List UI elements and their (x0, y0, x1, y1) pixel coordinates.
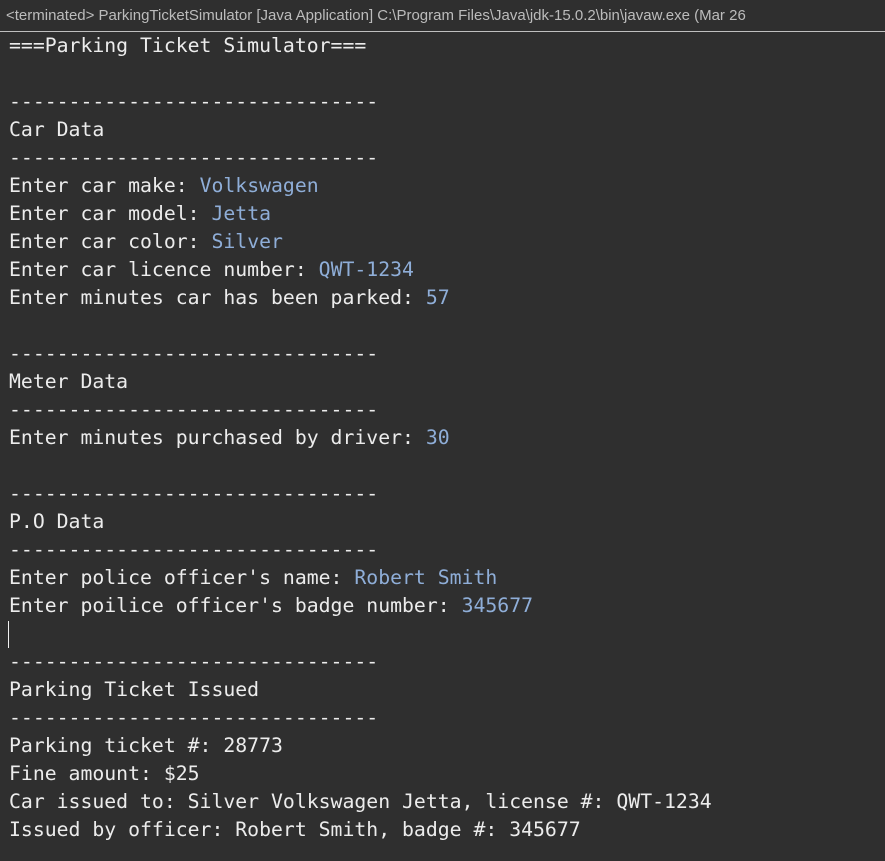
officer-badge-prompt: Enter poilice officer's badge number: (9, 594, 462, 617)
car-licence-prompt: Enter car licence number: (9, 258, 319, 281)
car-licence-line: Enter car licence number: QWT-1234 (9, 256, 414, 284)
console-title-bar: <terminated> ParkingTicketSimulator [Jav… (0, 0, 885, 32)
text-cursor (8, 621, 9, 648)
separator-line: ------------------------------- (9, 650, 379, 673)
console-title: <terminated> ParkingTicketSimulator [Jav… (6, 7, 746, 24)
car-model-line: Enter car model: Jetta (9, 200, 271, 228)
purchased-minutes-input: 30 (425, 426, 450, 449)
po-data-heading: P.O Data (9, 510, 105, 533)
ticket-number-line: Parking ticket #: 28773 (9, 734, 283, 757)
car-make-line: Enter car make: Volkswagen (9, 172, 319, 200)
car-make-prompt: Enter car make: (9, 174, 200, 197)
car-make-input: Volkswagen (199, 174, 319, 197)
separator-line: ------------------------------- (9, 482, 379, 505)
ticket-issued-heading: Parking Ticket Issued (9, 678, 260, 701)
separator-line: ------------------------------- (9, 146, 379, 169)
issued-by-line: Issued by officer: Robert Smith, badge #… (9, 818, 581, 841)
officer-name-input: Robert Smith (354, 566, 498, 589)
meter-data-heading: Meter Data (9, 370, 129, 393)
car-color-input: Silver (211, 230, 283, 253)
car-model-prompt: Enter car model: (9, 202, 212, 225)
officer-badge-input: 345677 (461, 594, 534, 617)
car-model-input: Jetta (211, 202, 272, 225)
officer-badge-line: Enter poilice officer's badge number: 34… (9, 592, 533, 620)
fine-amount-line: Fine amount: $25 (9, 762, 200, 785)
separator-line: ------------------------------- (9, 342, 379, 365)
officer-name-line: Enter police officer's name: Robert Smit… (9, 564, 497, 592)
purchased-minutes-line: Enter minutes purchased by driver: 30 (9, 424, 450, 452)
banner-line: ===Parking Ticket Simulator=== (9, 34, 367, 57)
car-data-heading: Car Data (9, 118, 105, 141)
issued-to-line: Car issued to: Silver Volkswagen Jetta, … (9, 790, 712, 813)
parked-minutes-input: 57 (425, 286, 450, 309)
separator-line: ------------------------------- (9, 398, 379, 421)
car-color-line: Enter car color: Silver (9, 228, 283, 256)
parked-minutes-line: Enter minutes car has been parked: 57 (9, 284, 450, 312)
separator-line: ------------------------------- (9, 706, 379, 729)
parked-minutes-prompt: Enter minutes car has been parked: (9, 286, 426, 309)
console-output[interactable]: ===Parking Ticket Simulator=== ---------… (0, 32, 885, 861)
car-licence-input: QWT-1234 (318, 258, 414, 281)
purchased-minutes-prompt: Enter minutes purchased by driver: (9, 426, 426, 449)
separator-line: ------------------------------- (9, 90, 379, 113)
separator-line: ------------------------------- (9, 538, 379, 561)
officer-name-prompt: Enter police officer's name: (9, 566, 355, 589)
car-color-prompt: Enter car color: (9, 230, 212, 253)
